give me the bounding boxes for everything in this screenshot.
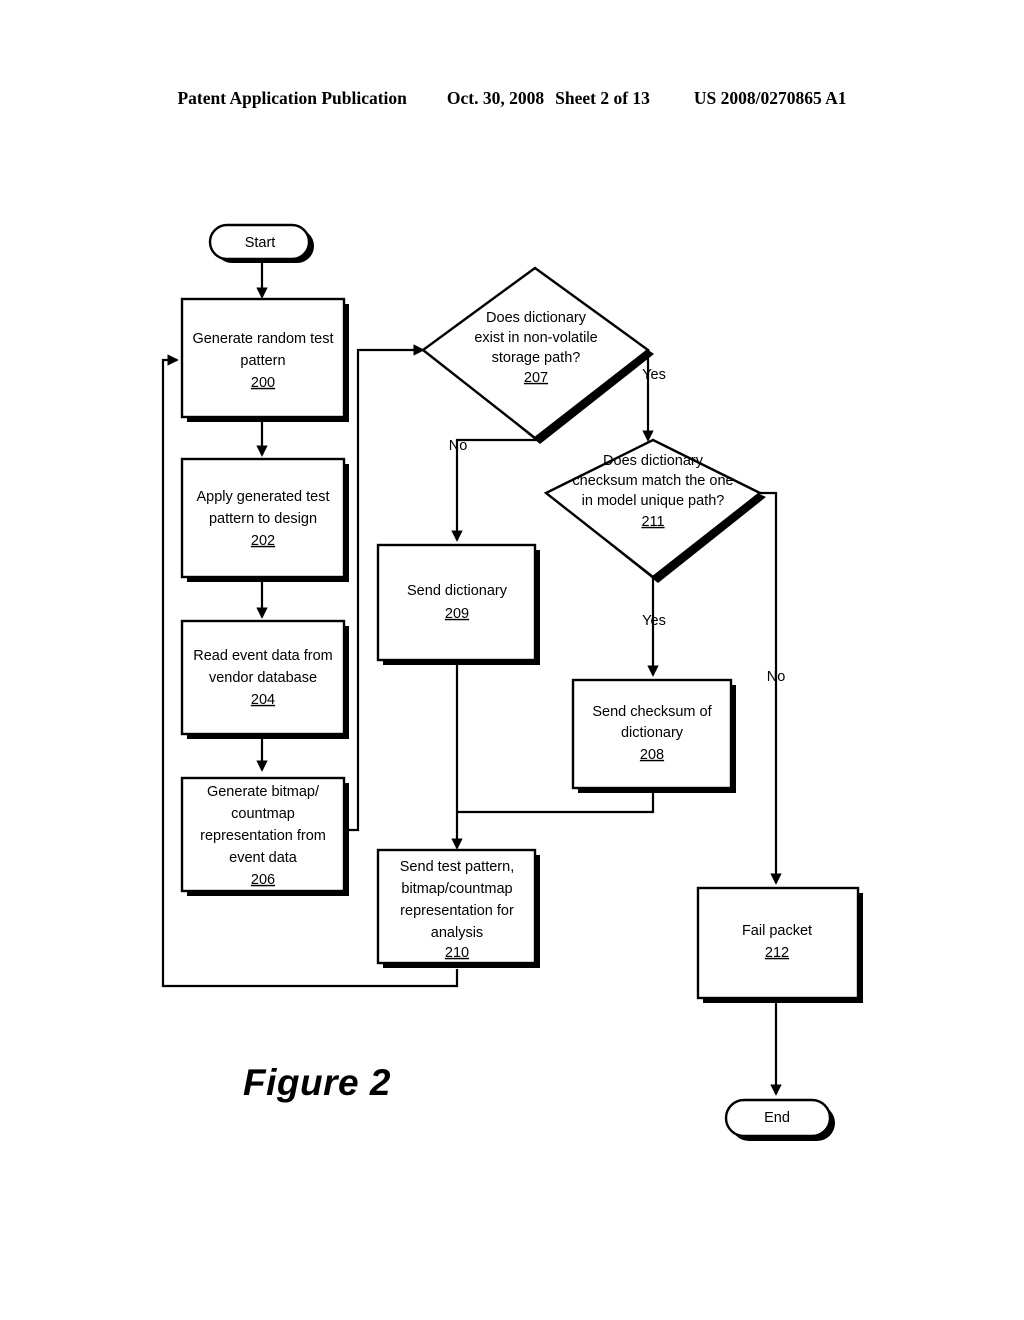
node-207: Does dictionary exist in non-volatile st…: [421, 266, 654, 444]
node-208-line-0: Send checksum of: [592, 704, 712, 720]
connector-211-no-to-212: [760, 491, 782, 885]
node-202-number: 202: [251, 533, 275, 549]
node-212-number: 212: [765, 945, 789, 961]
node-211-line-1: checksum match the one: [572, 473, 733, 489]
connector-208-to-210: [457, 791, 655, 814]
node-207-line-2: storage path?: [492, 350, 581, 366]
node-210: Send test pattern, bitmap/countmap repre…: [376, 848, 540, 968]
connector-207-no-to-209: [451, 438, 536, 542]
node-211-line-2: in model unique path?: [582, 493, 725, 509]
node-209-number: 209: [445, 606, 469, 622]
node-200-line-1: pattern: [240, 353, 285, 369]
node-206: Generate bitmap/ countmap representation…: [180, 776, 349, 896]
figure-caption: Figure 2: [243, 1062, 391, 1103]
node-206-number: 206: [251, 872, 275, 888]
node-207-number: 207: [524, 370, 548, 386]
node-end: End: [724, 1098, 835, 1141]
node-208-number: 208: [640, 747, 664, 763]
node-206-line-1: countmap: [231, 806, 295, 822]
node-204: Read event data from vendor database 204: [180, 619, 349, 739]
edge-label-211-yes: Yes: [642, 613, 666, 629]
node-211-line-0: Does dictionary: [603, 453, 704, 469]
edge-label-207-yes: Yes: [642, 367, 666, 383]
node-206-line-0: Generate bitmap/: [207, 784, 320, 800]
node-210-line-1: bitmap/countmap: [401, 881, 512, 897]
flowchart-figure-2: Yes No Yes No Start Generate random test…: [161, 223, 863, 1141]
node-start: Start: [208, 223, 314, 263]
node-208-line-1: dictionary: [621, 725, 684, 741]
node-211: Does dictionary checksum match the one i…: [543, 438, 766, 583]
node-204-number: 204: [251, 692, 275, 708]
node-204-line-0: Read event data from: [193, 648, 332, 664]
node-210-line-2: representation for: [400, 903, 514, 919]
node-210-line-3: analysis: [431, 925, 483, 941]
node-212: Fail packet 212: [696, 886, 863, 1003]
node-206-line-2: representation from: [200, 828, 326, 844]
node-start-label: Start: [245, 235, 276, 251]
node-204-line-1: vendor database: [209, 670, 317, 686]
node-end-label: End: [764, 1110, 790, 1126]
node-206-line-3: event data: [229, 850, 298, 866]
node-209-line-0: Send dictionary: [407, 583, 508, 599]
node-209: Send dictionary 209: [376, 543, 540, 665]
node-200-number: 200: [251, 375, 275, 391]
node-212-line-0: Fail packet: [742, 923, 812, 939]
node-202-line-1: pattern to design: [209, 511, 317, 527]
patent-page: Patent Application Publication Oct. 30, …: [0, 0, 1024, 1320]
node-207-line-0: Does dictionary: [486, 310, 587, 326]
node-210-number: 210: [445, 945, 469, 961]
node-210-line-0: Send test pattern,: [400, 859, 514, 875]
edge-label-207-no: No: [449, 438, 468, 454]
node-202-line-0: Apply generated test: [196, 489, 329, 505]
node-211-number: 211: [641, 514, 664, 530]
node-208: Send checksum of dictionary 208: [571, 678, 736, 793]
node-200-line-0: Generate random test: [192, 331, 333, 347]
node-207-line-1: exist in non-volatile: [474, 330, 597, 346]
edge-label-211-no: No: [767, 669, 786, 685]
node-200: Generate random test pattern 200: [180, 297, 349, 422]
node-202: Apply generated test pattern to design 2…: [180, 457, 349, 582]
